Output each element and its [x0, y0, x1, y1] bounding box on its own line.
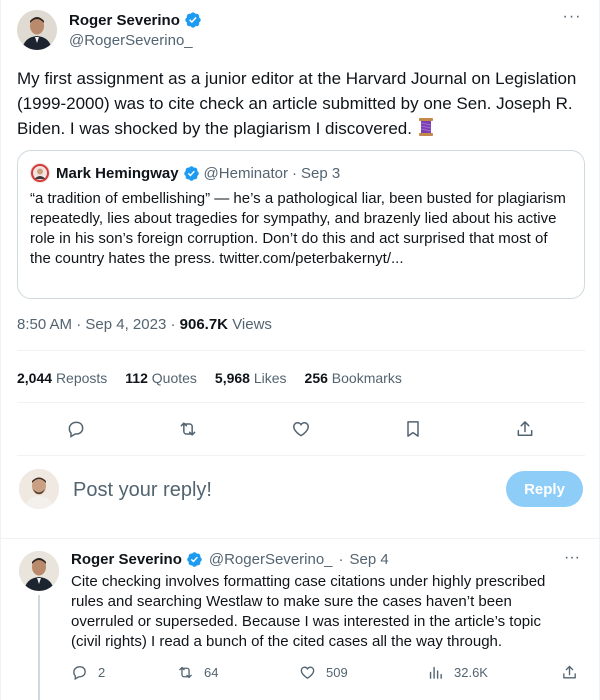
tweet-detail-page: Roger Severino @RogerSeverino_ ··· My fi… [0, 0, 600, 700]
like-icon [300, 666, 315, 679]
spool-of-thread-icon [418, 118, 433, 136]
reply-reposts-count: 64 [204, 665, 219, 680]
reply-icon [73, 666, 86, 681]
reply-replies-button[interactable]: 2 [71, 664, 105, 681]
author-avatar[interactable] [17, 10, 57, 50]
views-chart-icon [429, 666, 442, 679]
share-icon[interactable] [510, 414, 540, 444]
reply-icon[interactable] [61, 414, 91, 444]
author-name-row[interactable]: Roger Severino [69, 11, 202, 29]
quoted-author-handle: @Heminator [203, 164, 288, 182]
views-label: Views [232, 316, 272, 333]
more-options-icon[interactable]: ··· [559, 8, 585, 30]
bookmark-icon[interactable] [398, 414, 428, 444]
tweet-timestamp-line: 8:50 AM · Sep 4, 2023 · 906.7K Views [17, 316, 272, 333]
reply-text: Cite checking involves formatting case c… [71, 573, 546, 650]
reply-author-handle[interactable]: @RogerSeverino_ [209, 551, 333, 568]
quoted-author-name: Mark Hemingway [56, 164, 179, 182]
share-icon [563, 665, 576, 679]
separator-dot: · [338, 551, 344, 568]
tweet-time[interactable]: 8:50 AM [17, 316, 72, 333]
reply-author-avatar[interactable] [19, 551, 59, 591]
repost-icon [179, 666, 192, 679]
bookmarks-stat[interactable]: 256 Bookmarks [305, 370, 402, 386]
divider [17, 455, 585, 456]
separator-dot: · [76, 316, 86, 333]
reply-header: Roger Severino @RogerSeverino_ · Sep 4 [71, 551, 389, 568]
reply-share-button[interactable] [561, 664, 578, 681]
tweet-text-body: My first assignment as a junior editor a… [17, 69, 577, 138]
verified-badge-icon [185, 12, 201, 28]
likes-stat[interactable]: 5,968 Likes [215, 370, 287, 386]
author-name[interactable]: Roger Severino [69, 12, 180, 29]
tweet-date[interactable]: Sep 4, 2023 [85, 316, 166, 333]
reply-views-count: 32.6K [454, 665, 488, 680]
reply-button[interactable]: Reply [506, 471, 583, 507]
reply-views-button[interactable]: 32.6K [427, 664, 488, 681]
tweet-text: My first assignment as a junior editor a… [17, 66, 587, 141]
separator-dot: · [170, 316, 180, 333]
reply-replies-count: 2 [98, 665, 106, 680]
more-options-icon[interactable]: ··· [559, 549, 585, 571]
reply-likes-count: 509 [326, 665, 348, 680]
divider [17, 350, 585, 351]
reply-author-name[interactable]: Roger Severino [71, 551, 182, 568]
author-handle[interactable]: @RogerSeverino_ [69, 32, 193, 49]
quoted-separator: · [291, 164, 297, 182]
reply-like-button[interactable]: 509 [299, 664, 348, 681]
tweet-action-bar [17, 414, 585, 444]
divider [17, 402, 585, 403]
verified-badge-icon [183, 165, 199, 181]
quoted-tweet-text: “a tradition of embellishing” — he’s a p… [30, 190, 566, 267]
current-user-avatar[interactable] [19, 469, 59, 509]
engagement-stats: 2,044 Reposts 112 Quotes 5,968 Likes 256… [17, 370, 402, 386]
quoted-date: Sep 3 [300, 164, 341, 182]
quoted-tweet-header: Mark Hemingway @Heminator · Sep 3 [30, 163, 340, 183]
section-divider [1, 538, 600, 539]
thread-connector-line [38, 595, 40, 700]
reply-date[interactable]: Sep 4 [350, 551, 389, 568]
reply-action-bar: 2 64 509 32.6K [71, 664, 586, 686]
like-icon[interactable] [286, 414, 316, 444]
views-count: 906.7K [179, 316, 229, 333]
quotes-stat[interactable]: 112 Quotes [125, 370, 197, 386]
reposts-stat[interactable]: 2,044 Reposts [17, 370, 107, 386]
quoted-author-avatar [30, 163, 50, 183]
verified-badge-icon [187, 552, 202, 567]
reply-repost-button[interactable]: 64 [177, 664, 218, 681]
quoted-tweet-card[interactable]: Mark Hemingway @Heminator · Sep 3 “a tra… [17, 150, 585, 299]
reply-input[interactable] [73, 476, 453, 504]
repost-icon[interactable] [173, 414, 203, 444]
